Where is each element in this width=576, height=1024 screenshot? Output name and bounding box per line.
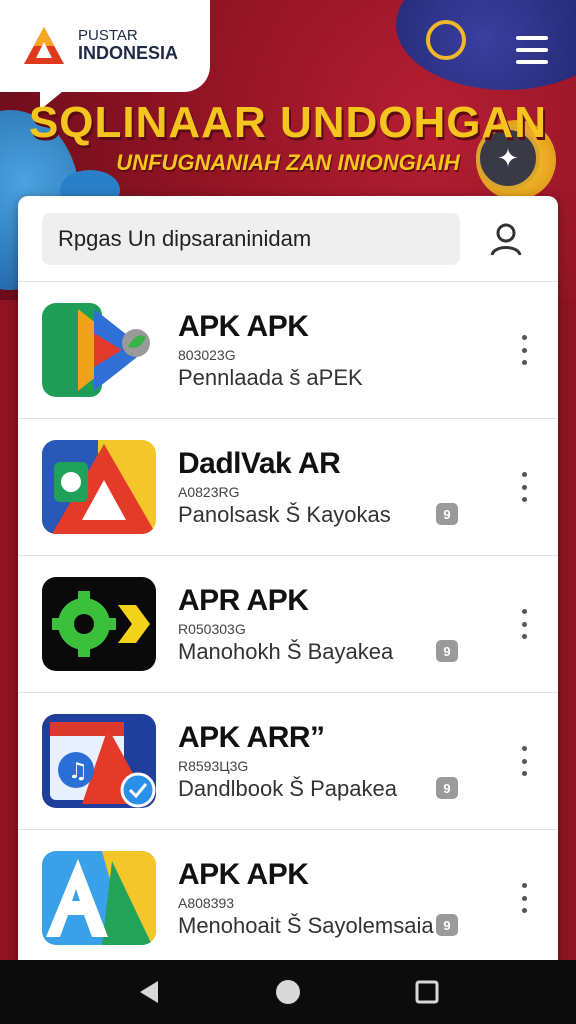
app-description: Manohokh Š Bayakea	[178, 638, 394, 664]
badge-icon: 9	[436, 503, 458, 525]
recents-icon[interactable]	[407, 972, 447, 1012]
brand-logo[interactable]: PUSTAR INDONESIA	[0, 0, 210, 110]
app-info: APK APK A808393 Menohoait Š Sayolemsaia	[178, 858, 544, 938]
back-icon[interactable]	[129, 972, 169, 1012]
app-list-item[interactable]: APK APK A808393 Menohoait Š Sayolemsaia …	[18, 830, 558, 967]
home-icon[interactable]	[268, 972, 308, 1012]
play-arrow-icon	[42, 303, 156, 397]
banner-headline: SQLINAAR UNDOHGAN	[28, 98, 548, 147]
app-code: R8593Ц3G	[178, 757, 249, 774]
app-list-card: APK APK 803023G Pennlaada š aPEK DadlVak…	[18, 196, 558, 976]
ring-decoration	[426, 20, 466, 60]
more-options-icon[interactable]	[516, 746, 532, 776]
more-options-icon[interactable]	[516, 609, 532, 639]
app-code: A0823RG	[178, 483, 240, 500]
app-description: Menohoait Š Sayolemsaia	[178, 912, 434, 938]
badge-icon: 9	[436, 914, 458, 936]
app-description: Pennlaada š aPEK	[178, 364, 363, 390]
hamburger-menu-icon[interactable]	[516, 36, 548, 64]
planet-decoration	[396, 0, 576, 90]
app-list-item[interactable]: APK APK 803023G Pennlaada š aPEK	[18, 282, 558, 419]
more-options-icon[interactable]	[516, 335, 532, 365]
app-list-item[interactable]: APR APK R050303G Manohokh Š Bayakea 9	[18, 556, 558, 693]
a-arrow-icon	[42, 440, 156, 534]
banner-subline: UNFUGNANIAH ZAN INIONGIAIH	[116, 150, 460, 175]
app-name: DadlVak AR	[178, 447, 341, 481]
badge-icon: 9	[436, 640, 458, 662]
triangle-logo-icon	[24, 27, 64, 64]
app-name: APK APK	[178, 858, 309, 892]
badge-icon: 9	[436, 777, 458, 799]
app-code: A808393	[178, 894, 235, 911]
app-code: R050303G	[178, 620, 246, 637]
brand-name: PUSTAR INDONESIA	[78, 26, 179, 64]
app-info: DadlVak AR A0823RG Panolsask Š Kayokas	[178, 447, 544, 527]
app-list-item[interactable]: ♫ APK ARR” R8593Ц3G Dandlbook Š Papakea …	[18, 693, 558, 830]
app-list-item[interactable]: DadlVak AR A0823RG Panolsask Š Kayokas 9	[18, 419, 558, 556]
app-name: APK APK	[178, 310, 309, 344]
app-description: Panolsask Š Kayokas	[178, 501, 391, 527]
brand-line2: INDONESIA	[78, 43, 179, 64]
more-options-icon[interactable]	[516, 883, 532, 913]
svg-text:♫: ♫	[68, 759, 88, 784]
music-a-icon: ♫	[42, 714, 156, 808]
search-input[interactable]	[42, 212, 460, 265]
brand-line1: PUSTAR	[78, 26, 138, 44]
app-description: Dandlbook Š Papakea	[178, 775, 397, 801]
gear-arrow-icon	[42, 577, 156, 671]
app-info: APR APK R050303G Manohokh Š Bayakea	[178, 584, 544, 664]
user-icon[interactable]	[488, 221, 524, 257]
system-nav-bar	[0, 960, 576, 1024]
app-code: 803023G	[178, 346, 236, 363]
app-info: APK ARR” R8593Ц3G Dandlbook Š Papakea	[178, 721, 544, 801]
more-options-icon[interactable]	[516, 472, 532, 502]
app-info: APK APK 803023G Pennlaada š aPEK	[178, 310, 544, 390]
search-bar	[18, 196, 558, 282]
app-name: APR APK	[178, 584, 309, 618]
app-name: APK ARR”	[178, 721, 325, 755]
a-blue-icon	[42, 851, 156, 945]
